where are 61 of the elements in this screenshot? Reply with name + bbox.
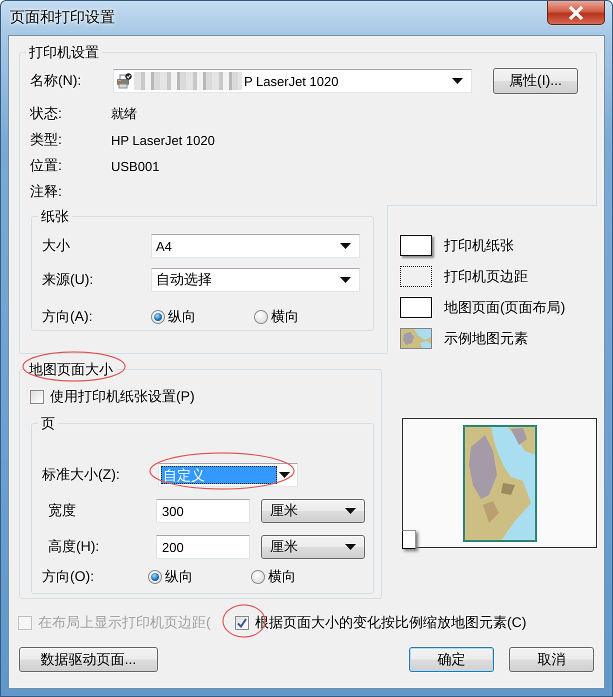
dialog-button[interactable]: 取消 <box>509 647 594 672</box>
radio-button[interactable] <box>148 570 162 584</box>
dropdown[interactable]: 自动选择 <box>151 268 360 292</box>
legend-label: 地图页面(页面布局) <box>444 298 566 316</box>
checkmark-icon <box>237 618 247 628</box>
checkbox[interactable] <box>235 616 249 630</box>
unit-dropdown[interactable]: 厘米 <box>261 499 365 523</box>
field-label: 注释: <box>30 183 63 201</box>
dropdown-caret-icon <box>340 277 351 283</box>
legend-label: 打印机纸张 <box>444 236 514 254</box>
window-title: 页面和打印设置 <box>10 8 115 28</box>
radio-button[interactable] <box>151 310 165 324</box>
field-value: USB001 <box>111 158 160 174</box>
field-label: 状态: <box>30 105 63 123</box>
map-swatch-icon <box>400 328 432 349</box>
field-value: HP LaserJet 1020 <box>111 132 215 148</box>
radio-button[interactable] <box>254 310 268 324</box>
paper-swatch-icon <box>400 235 432 256</box>
legend-label: 示例地图元素 <box>444 330 528 348</box>
group-title: 页 <box>40 415 56 431</box>
checkbox[interactable] <box>30 390 44 404</box>
unit-dropdown[interactable]: 厘米 <box>261 535 365 559</box>
field-label: 方向(O): <box>42 568 96 586</box>
field-label: 类型: <box>30 131 63 149</box>
radio-label[interactable]: 纵向 <box>168 308 196 326</box>
group-title: 地图页面大小 <box>28 361 114 377</box>
field-label: 名称(N): <box>30 72 82 90</box>
dropdown[interactable]: A4 <box>151 234 360 258</box>
group-title: 纸张 <box>40 208 70 224</box>
field-label: 位置: <box>30 157 63 175</box>
radio-button[interactable] <box>251 570 265 584</box>
selected-value: 自定义 <box>161 466 277 484</box>
page-swatch-icon <box>400 297 432 318</box>
properties-button[interactable]: 属性(I)... <box>493 68 578 94</box>
dialog-button[interactable]: 数据驱动页面... <box>19 647 158 672</box>
radio-label[interactable]: 横向 <box>271 308 299 326</box>
dotted-rectangle-icon <box>400 266 432 287</box>
dropdown-caret-icon <box>345 508 356 514</box>
field-label: 高度(H): <box>48 538 100 556</box>
field-label: 宽度 <box>48 502 77 520</box>
checkbox-label[interactable]: 使用打印机纸张设置(P) <box>50 388 195 406</box>
field-value: 就绪 <box>111 105 137 123</box>
dropdown-caret-icon <box>452 78 463 84</box>
legend-label: 打印机页边距 <box>444 268 528 286</box>
dropdown-caret-icon <box>345 544 356 550</box>
field-label: 大小 <box>42 237 71 255</box>
group-title: 打印机设置 <box>28 44 100 60</box>
input-field[interactable]: 300 <box>156 499 250 523</box>
dialog-button[interactable]: 确定 <box>409 647 494 672</box>
field-label: 方向(A): <box>42 308 94 326</box>
field-label: 标准大小(Z): <box>42 466 121 484</box>
radio-label[interactable]: 纵向 <box>165 568 193 586</box>
close-button[interactable] <box>547 1 605 25</box>
field-label: 来源(U): <box>42 271 94 289</box>
close-icon <box>568 6 584 20</box>
input-field[interactable]: 200 <box>156 535 250 559</box>
printer-icon <box>116 73 132 89</box>
radio-label[interactable]: 横向 <box>268 568 296 586</box>
dropdown-caret-icon <box>279 472 290 478</box>
printer-dropdown[interactable]: P LaserJet 1020 <box>113 69 472 93</box>
dropdown-caret-icon <box>340 243 351 249</box>
